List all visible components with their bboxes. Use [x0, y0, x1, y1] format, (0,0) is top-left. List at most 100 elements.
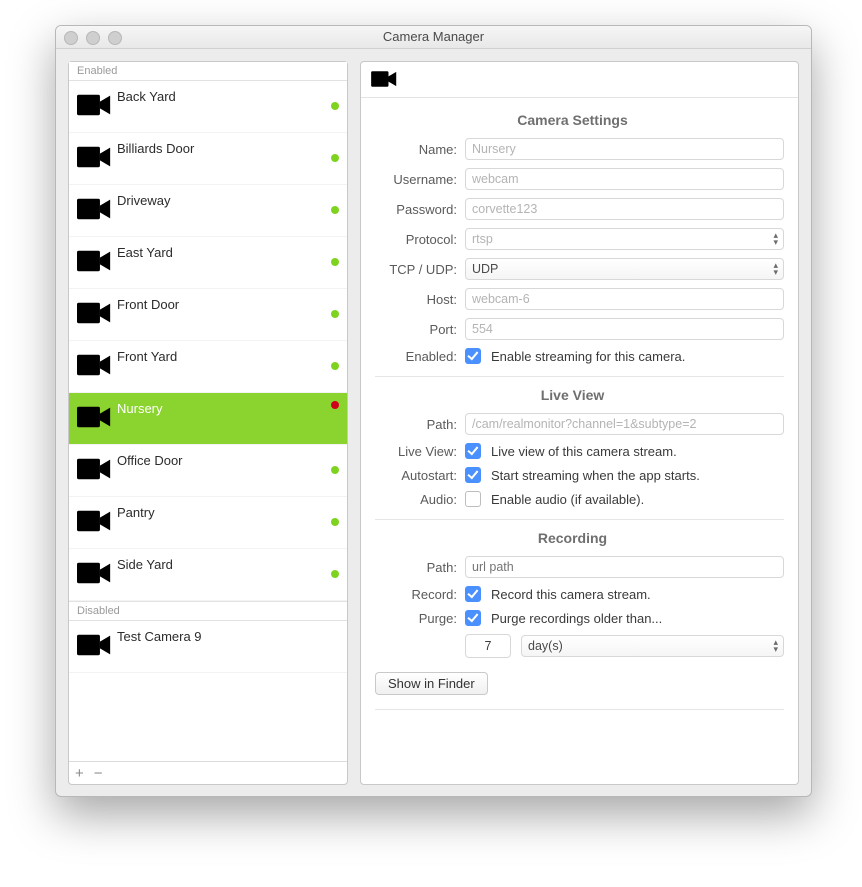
camera-row[interactable]: Office Door — [69, 445, 347, 497]
camera-row[interactable]: Front Yard — [69, 341, 347, 393]
password-field[interactable] — [465, 198, 784, 220]
camera-icon — [77, 405, 117, 433]
camera-name: Side Yard — [117, 557, 337, 572]
enabled-checkbox[interactable] — [465, 348, 481, 364]
section-disabled-header: Disabled — [69, 601, 347, 621]
row-purge: Purge: Purge recordings older than... — [361, 606, 784, 630]
detail-header — [361, 62, 798, 98]
add-camera-button[interactable]: + — [75, 766, 84, 781]
camera-row[interactable]: Pantry — [69, 497, 347, 549]
zoom-icon[interactable] — [108, 31, 122, 45]
camera-detail-panel: Camera Settings Name: Username: Password… — [360, 61, 799, 785]
camera-icon — [77, 457, 117, 485]
window: Camera Manager Enabled Back Yard Billiard… — [55, 25, 812, 797]
audio-checkbox[interactable] — [465, 491, 481, 507]
camera-name: Office Door — [117, 453, 337, 468]
tcpudp-select[interactable]: UDP▴▾ — [465, 258, 784, 280]
lv-path-label: Path: — [361, 417, 465, 432]
close-icon[interactable] — [64, 31, 78, 45]
camera-row[interactable]: Nursery — [69, 393, 347, 445]
status-dot — [331, 206, 339, 214]
purge-checkbox[interactable] — [465, 610, 481, 626]
camera-row[interactable]: Front Door — [69, 289, 347, 341]
camera-row[interactable]: East Yard — [69, 237, 347, 289]
lv-path-field[interactable] — [465, 413, 784, 435]
section-camera-settings: Camera Settings — [361, 102, 784, 134]
name-field[interactable] — [465, 138, 784, 160]
camera-icon — [77, 353, 117, 381]
host-field[interactable] — [465, 288, 784, 310]
row-autostart: Autostart: Start streaming when the app … — [361, 463, 784, 487]
camera-row[interactable]: Billiards Door — [69, 133, 347, 185]
status-dot — [331, 102, 339, 110]
enabled-text: Enable streaming for this camera. — [491, 349, 685, 364]
rec-path-field[interactable] — [465, 556, 784, 578]
name-label: Name: — [361, 142, 465, 157]
purge-text: Purge recordings older than... — [491, 611, 662, 626]
row-tcpudp: TCP / UDP: UDP▴▾ — [361, 254, 784, 284]
row-password: Password: — [361, 194, 784, 224]
camera-icon — [77, 509, 117, 537]
record-text: Record this camera stream. — [491, 587, 651, 602]
autostart-text: Start streaming when the app starts. — [491, 468, 700, 483]
status-dot — [331, 401, 339, 409]
camera-icon — [77, 633, 117, 661]
protocol-select[interactable]: rtsp▴▾ — [465, 228, 784, 250]
camera-name: Test Camera 9 — [117, 629, 337, 644]
camera-list-panel: Enabled Back Yard Billiards Door Driveway E… — [68, 61, 348, 785]
audio-label: Audio: — [361, 492, 465, 507]
sidebar-toolbar: + − — [69, 761, 347, 784]
audio-text: Enable audio (if available). — [491, 492, 644, 507]
autostart-checkbox[interactable] — [465, 467, 481, 483]
status-dot — [331, 154, 339, 162]
content: Enabled Back Yard Billiards Door Driveway E… — [56, 49, 811, 797]
host-label: Host: — [361, 292, 465, 307]
camera-icon — [77, 561, 117, 589]
row-rec-path: Path: — [361, 552, 784, 582]
status-dot — [331, 362, 339, 370]
camera-name: Back Yard — [117, 89, 337, 104]
camera-row[interactable]: Driveway — [69, 185, 347, 237]
camera-icon — [77, 301, 117, 329]
row-enabled: Enabled: Enable streaming for this camer… — [361, 344, 784, 368]
minimize-icon[interactable] — [86, 31, 100, 45]
section-live-view: Live View — [361, 377, 784, 409]
section-recording: Recording — [361, 520, 784, 552]
protocol-label: Protocol: — [361, 232, 465, 247]
port-field[interactable] — [465, 318, 784, 340]
section-enabled-header: Enabled — [69, 62, 347, 81]
purge-unit-select[interactable]: day(s)▴▾ — [521, 635, 784, 657]
purge-count-field[interactable]: 7 — [465, 634, 511, 658]
username-field[interactable] — [465, 168, 784, 190]
camera-name: East Yard — [117, 245, 337, 260]
status-dot — [331, 518, 339, 526]
status-dot — [331, 258, 339, 266]
settings-form: Camera Settings Name: Username: Password… — [361, 98, 798, 784]
camera-icon — [77, 197, 117, 225]
rec-path-label: Path: — [361, 560, 465, 575]
liveview-checkbox[interactable] — [465, 443, 481, 459]
camera-row[interactable]: Side Yard — [69, 549, 347, 601]
row-purge-duration: 7 day(s)▴▾ — [361, 630, 784, 662]
password-label: Password: — [361, 202, 465, 217]
username-label: Username: — [361, 172, 465, 187]
remove-camera-button[interactable]: − — [94, 766, 103, 781]
camera-name: Pantry — [117, 505, 337, 520]
row-port: Port: — [361, 314, 784, 344]
show-in-finder-button[interactable]: Show in Finder — [375, 672, 488, 695]
camera-row[interactable]: Back Yard — [69, 81, 347, 133]
camera-icon — [77, 93, 117, 121]
titlebar: Camera Manager — [56, 26, 811, 49]
camera-name: Driveway — [117, 193, 337, 208]
row-record: Record: Record this camera stream. — [361, 582, 784, 606]
camera-name: Billiards Door — [117, 141, 337, 156]
camera-icon — [77, 145, 117, 173]
liveview-label: Live View: — [361, 444, 465, 459]
tcpudp-label: TCP / UDP: — [361, 262, 465, 277]
row-audio: Audio: Enable audio (if available). — [361, 487, 784, 511]
chevron-updown-icon: ▴▾ — [773, 262, 778, 276]
window-controls — [64, 31, 122, 45]
camera-row[interactable]: Test Camera 9 — [69, 621, 347, 673]
status-dot — [331, 466, 339, 474]
record-checkbox[interactable] — [465, 586, 481, 602]
